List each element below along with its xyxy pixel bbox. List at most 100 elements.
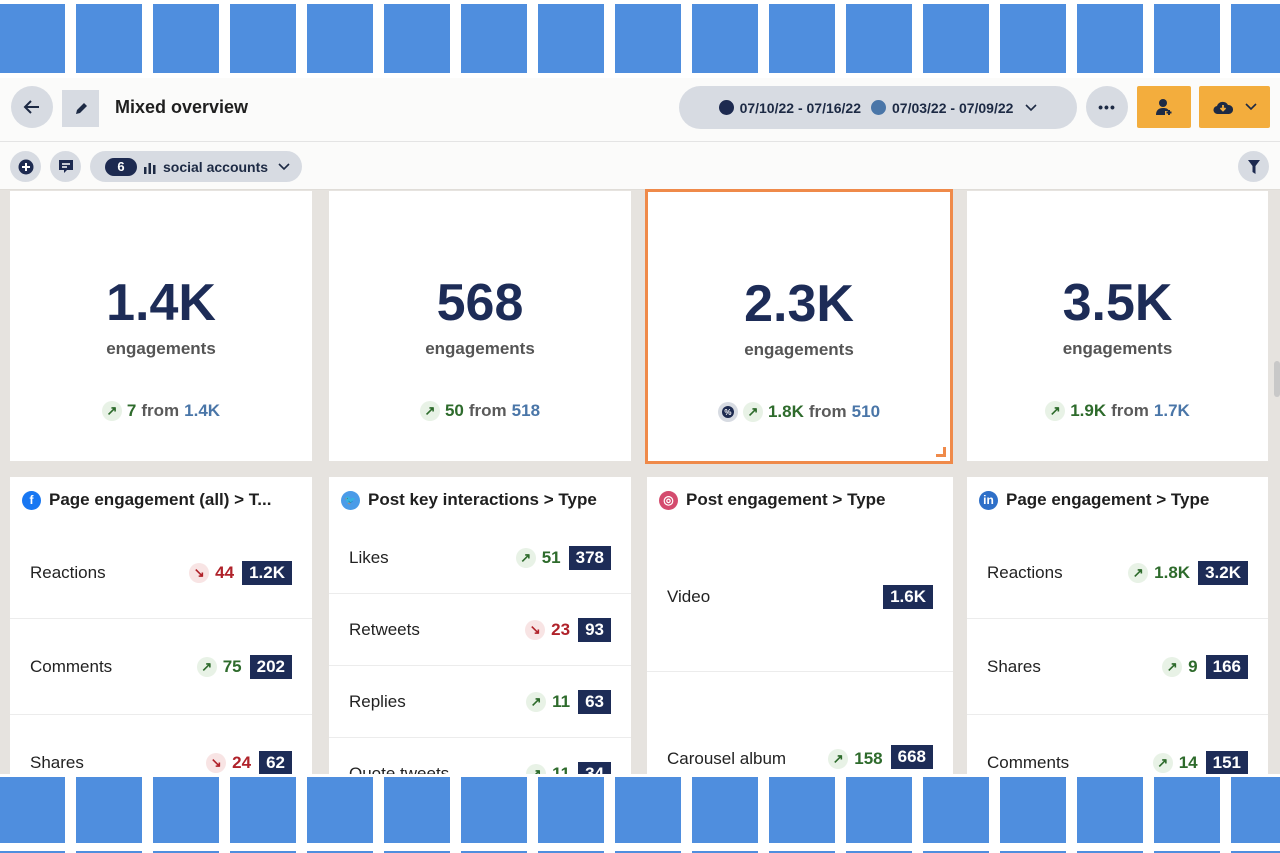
list-item[interactable]: Video 1.6K: [647, 522, 953, 672]
row-delta: ↗ 158: [828, 749, 883, 769]
kpi-change: ↗ 1.9K from 1.7K: [967, 401, 1268, 421]
date-range-selector[interactable]: 07/10/22 - 07/16/22 07/03/22 - 07/09/22: [679, 86, 1077, 129]
decorative-tile: [461, 4, 527, 73]
decorative-tile: [307, 777, 373, 843]
filter-button[interactable]: [1238, 151, 1269, 182]
breakdown-card-twitter[interactable]: 🐦 Post key interactions > Type Likes ↗ 5…: [329, 477, 631, 787]
linkedin-icon: in: [979, 490, 998, 510]
row-delta-value: 158: [854, 749, 883, 768]
decorative-tile-strip-bottom: [0, 774, 1280, 853]
list-item[interactable]: Reactions ↘ 44 1.2K: [10, 527, 312, 619]
kpi-card[interactable]: 1.4K engagements ↗ 7 from 1.4K: [10, 191, 312, 461]
row-value-badge: 63: [578, 689, 611, 714]
row-value-badge: 1.2K: [242, 560, 292, 585]
row-label: Shares: [30, 752, 84, 772]
kpi-card[interactable]: 2.3K engagements % ↗ 1.8K from 510: [645, 189, 953, 464]
list-item[interactable]: Comments ↗ 75 202: [10, 619, 312, 715]
decorative-tile: [1000, 777, 1066, 843]
percent-toggle-icon[interactable]: %: [717, 402, 738, 422]
decorative-tile: [230, 777, 296, 843]
kpi-from-label: from: [141, 401, 180, 420]
kpi-previous-value: 518: [511, 401, 541, 420]
card-title: in Page engagement > Type: [979, 490, 1209, 510]
more-options-button[interactable]: •••: [1086, 86, 1128, 128]
decorative-tile: [153, 4, 219, 73]
current-period-dot: [718, 100, 734, 115]
edit-title-button[interactable]: [62, 90, 99, 127]
ellipsis-icon: •••: [1098, 99, 1116, 115]
vertical-scrollbar[interactable]: [1274, 361, 1280, 397]
list-item[interactable]: Shares ↗ 9 166: [967, 619, 1268, 715]
filter-toolbar: 6 social accounts: [0, 142, 1280, 190]
chevron-down-icon: [1244, 103, 1257, 111]
row-value-badge: 1.6K: [883, 584, 933, 609]
kpi-from-label: from: [468, 401, 507, 420]
accounts-label: social accounts: [163, 158, 269, 175]
trend-up-icon: ↗: [742, 402, 763, 422]
decorative-tile: [692, 777, 758, 843]
breakdown-card-instagram[interactable]: ◎ Post engagement > Type Video 1.6K Caro…: [647, 477, 953, 787]
decorative-tile: [1154, 4, 1220, 73]
list-item[interactable]: Replies ↗ 11 63: [329, 666, 631, 738]
row-value-badge: 202: [249, 654, 292, 679]
trend-up-icon: ↗: [419, 401, 440, 421]
row-delta: ↗ 1.8K: [1128, 562, 1191, 583]
decorative-tile: [538, 777, 604, 843]
decorative-tile: [76, 777, 142, 843]
trend-down-icon: ↘: [206, 752, 227, 773]
back-button[interactable]: [11, 86, 53, 128]
decorative-tile: [1231, 4, 1280, 73]
decorative-tile: [76, 4, 142, 73]
list-item[interactable]: Likes ↗ 51 378: [329, 522, 631, 594]
trend-down-icon: ↘: [525, 619, 546, 640]
row-value-badge: 62: [259, 750, 292, 775]
kpi-card[interactable]: 568 engagements ↗ 50 from 518: [329, 191, 631, 461]
social-accounts-selector[interactable]: 6 social accounts: [90, 151, 302, 182]
row-value-badge: 151: [1205, 750, 1248, 775]
kpi-change: ↗ 50 from 518: [329, 401, 631, 421]
list-item[interactable]: Reactions ↗ 1.8K 3.2K: [967, 527, 1268, 619]
row-delta-value: 1.8K: [1154, 562, 1191, 582]
row-delta-value: 14: [1178, 752, 1198, 772]
breakdown-card-linkedin[interactable]: in Page engagement > Type Reactions ↗ 1.…: [967, 477, 1268, 787]
card-title-text: Post engagement > Type: [686, 490, 886, 509]
add-comment-button[interactable]: [50, 151, 81, 182]
row-value-badge: 3.2K: [1198, 560, 1248, 585]
kpi-card[interactable]: 3.5K engagements ↗ 1.9K from 1.7K: [967, 191, 1268, 461]
kpi-value: 2.3K: [744, 275, 854, 333]
row-value-badge: 93: [578, 617, 611, 642]
trend-up-icon: ↗: [101, 401, 122, 421]
row-label: Comments: [30, 656, 113, 676]
decorative-tile: [384, 777, 450, 843]
trend-up-icon: ↗: [1162, 656, 1183, 677]
decorative-tile: [615, 4, 681, 73]
breakdown-card-facebook[interactable]: f Page engagement (all) > T... Reactions…: [10, 477, 312, 787]
resize-handle[interactable]: [936, 447, 946, 457]
kpi-value: 568: [436, 274, 524, 332]
row-delta: ↗ 51: [515, 547, 561, 568]
row-delta: ↘ 23: [525, 619, 570, 640]
filter-icon: [1247, 159, 1260, 174]
kpi-delta: 50: [444, 401, 464, 420]
decorative-tile: [923, 777, 989, 843]
decorative-tile: [769, 4, 835, 73]
decorative-tile: [461, 777, 527, 843]
previous-date-range: 07/03/22 - 07/09/22: [892, 99, 1014, 116]
share-add-user-button[interactable]: [1137, 86, 1191, 128]
add-widget-button[interactable]: [10, 151, 41, 182]
list-item[interactable]: Retweets ↘ 23 93: [329, 594, 631, 666]
plus-circle-icon: [18, 159, 33, 174]
kpi-label: engagements: [744, 340, 854, 359]
decorative-tile: [1154, 777, 1220, 843]
list-item[interactable]: Carousel album ↗ 158 668: [647, 672, 953, 787]
kpi-delta: 7: [126, 401, 137, 420]
instagram-icon: ◎: [659, 490, 678, 510]
kpi-label: engagements: [425, 339, 535, 358]
decorative-tile: [538, 4, 604, 73]
kpi-change: ↗ 7 from 1.4K: [10, 401, 312, 421]
trend-up-icon: ↗: [526, 691, 547, 712]
download-button[interactable]: [1199, 86, 1270, 128]
kpi-value: 3.5K: [1062, 274, 1173, 332]
kpi-delta: 1.8K: [767, 402, 804, 421]
pencil-icon: [75, 102, 87, 114]
